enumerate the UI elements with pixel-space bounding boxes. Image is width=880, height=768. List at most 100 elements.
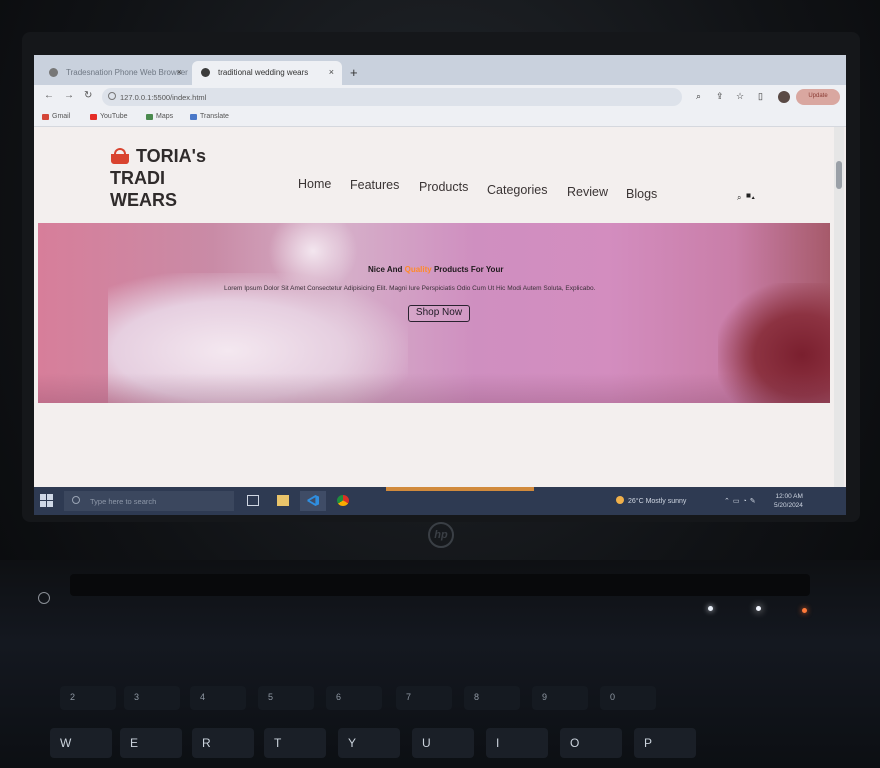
page-scrollbar[interactable]	[834, 127, 844, 487]
key[interactable]: I	[486, 728, 548, 758]
taskbar-clock[interactable]: 12:00 AM 5/20/2024	[774, 492, 803, 510]
search-icon	[72, 496, 80, 504]
site-logo[interactable]: TORIA's TRADI WEARS	[110, 145, 206, 211]
nav-products[interactable]: Products	[419, 180, 468, 194]
share-icon[interactable]: ⇪	[716, 91, 724, 102]
hero-banner: Nice And Quality Products For Your Lorem…	[38, 223, 830, 403]
key[interactable]: Y	[338, 728, 400, 758]
key[interactable]: W	[50, 728, 112, 758]
clock-date: 5/20/2024	[774, 502, 803, 509]
file-explorer-icon[interactable]	[270, 491, 296, 511]
back-icon[interactable]: ←	[44, 90, 54, 101]
nav-categories[interactable]: Categories	[487, 183, 547, 197]
sun-icon	[616, 496, 624, 504]
nav-review[interactable]: Review	[567, 185, 608, 199]
bookmark-star-icon[interactable]: ☆	[736, 91, 744, 102]
power-icon	[38, 592, 50, 604]
status-led-white	[708, 606, 713, 611]
key[interactable]: 7	[396, 686, 452, 710]
bookmark-label: Gmail	[52, 113, 71, 120]
weather-widget[interactable]: 26°C Mostly sunny	[616, 496, 686, 505]
weather-text: 26°C Mostly sunny	[628, 498, 687, 505]
key[interactable]: 5	[258, 686, 314, 710]
logo-line: TRADI	[110, 168, 165, 188]
hero-title-part: Nice And	[368, 265, 405, 274]
hero-lace-image	[268, 223, 358, 293]
tab-active[interactable]: traditional wedding wears ×	[192, 61, 342, 85]
key[interactable]: U	[412, 728, 474, 758]
side-panel-icon[interactable]: ▯	[758, 91, 763, 102]
basket-icon	[110, 148, 130, 164]
key[interactable]: O	[560, 728, 622, 758]
windows-start-icon[interactable]	[40, 494, 54, 508]
key[interactable]: R	[192, 728, 254, 758]
taskbar-progress-highlight	[386, 487, 534, 491]
bookmark-label: YouTube	[100, 113, 128, 120]
site-info-icon[interactable]	[108, 92, 116, 100]
system-tray[interactable]: ⌃▭◔✎	[724, 497, 759, 505]
translate-icon	[190, 114, 197, 120]
key[interactable]: 6	[326, 686, 382, 710]
hero-title: Nice And Quality Products For Your	[368, 265, 503, 274]
tab-label: traditional wedding wears	[218, 68, 309, 77]
reload-icon[interactable]: ↻	[84, 90, 92, 101]
forward-icon[interactable]: →	[64, 90, 74, 101]
user-icon[interactable]: ▴	[751, 193, 755, 202]
close-tab-icon[interactable]: ×	[177, 67, 182, 77]
nav-features[interactable]: Features	[350, 178, 399, 192]
key[interactable]: 0	[600, 686, 656, 710]
clock-time: 12:00 AM	[775, 493, 803, 500]
bookmark-gmail[interactable]: Gmail	[42, 113, 70, 120]
shop-now-button[interactable]: Shop Now	[408, 305, 470, 322]
key[interactable]: P	[634, 728, 696, 758]
key[interactable]: 2	[60, 686, 116, 710]
key[interactable]: E	[120, 728, 182, 758]
web-page: TORIA's TRADI WEARS Home Features Produc…	[34, 127, 836, 487]
bookmark-maps[interactable]: Maps	[146, 113, 173, 120]
chrome-icon[interactable]	[330, 491, 356, 511]
profile-avatar[interactable]	[778, 91, 790, 103]
key[interactable]: T	[264, 728, 326, 758]
laptop-screen: Tradesnation Phone Web Browser × traditi…	[34, 55, 846, 515]
header-icons: ⌕▘▴	[737, 193, 756, 203]
key[interactable]: 9	[532, 686, 588, 710]
bookmark-translate[interactable]: Translate	[190, 113, 229, 120]
scrollbar-thumb[interactable]	[836, 161, 842, 189]
update-button[interactable]: Update	[796, 89, 840, 105]
key[interactable]: 3	[124, 686, 180, 710]
tab-inactive[interactable]: Tradesnation Phone Web Browser ×	[40, 61, 190, 85]
bookmark-label: Maps	[156, 113, 174, 120]
maps-icon	[146, 114, 153, 120]
hero-title-accent: Quality	[404, 265, 432, 274]
bookmark-youtube[interactable]: YouTube	[90, 113, 128, 120]
hero-bottom-shade	[38, 373, 830, 403]
search-placeholder: Type here to search	[90, 497, 157, 506]
browser-toolbar: ← → ↻ 127.0.0.1:5500/index.html ⌕ ⇪ ☆ ▯ …	[34, 85, 846, 109]
hero-subtitle: Lorem Ipsum Dolor Sit Amet Consectetur A…	[224, 285, 596, 292]
photo-scene: Tradesnation Phone Web Browser × traditi…	[0, 0, 880, 768]
windows-taskbar: Type here to search 26°C Mostly sunny ⌃▭…	[34, 487, 846, 515]
key[interactable]: 8	[464, 686, 520, 710]
favicon-icon	[201, 68, 210, 77]
favicon-icon	[49, 68, 58, 77]
browser-tab-strip: Tradesnation Phone Web Browser × traditi…	[34, 55, 846, 85]
nav-blogs[interactable]: Blogs	[626, 187, 657, 201]
tab-label: Tradesnation Phone Web Browser	[66, 68, 188, 77]
address-bar[interactable]: 127.0.0.1:5500/index.html	[102, 88, 682, 106]
gmail-icon	[42, 114, 49, 120]
logo-line: WEARS	[110, 190, 177, 210]
url-text: 127.0.0.1:5500/index.html	[120, 93, 207, 102]
new-tab-button[interactable]: +	[350, 65, 358, 80]
vscode-icon[interactable]	[300, 491, 326, 511]
laptop-hinge	[70, 574, 810, 596]
youtube-icon	[90, 114, 97, 120]
bookmark-label: Translate	[200, 113, 229, 120]
taskbar-search-input[interactable]: Type here to search	[64, 491, 234, 511]
close-tab-icon[interactable]: ×	[329, 67, 334, 77]
nav-home[interactable]: Home	[298, 177, 331, 191]
status-led-bright	[756, 606, 761, 611]
key[interactable]: 4	[190, 686, 246, 710]
status-led-orange	[802, 608, 807, 613]
task-view-icon[interactable]	[240, 491, 266, 511]
zoom-icon[interactable]: ⌕	[696, 91, 701, 102]
